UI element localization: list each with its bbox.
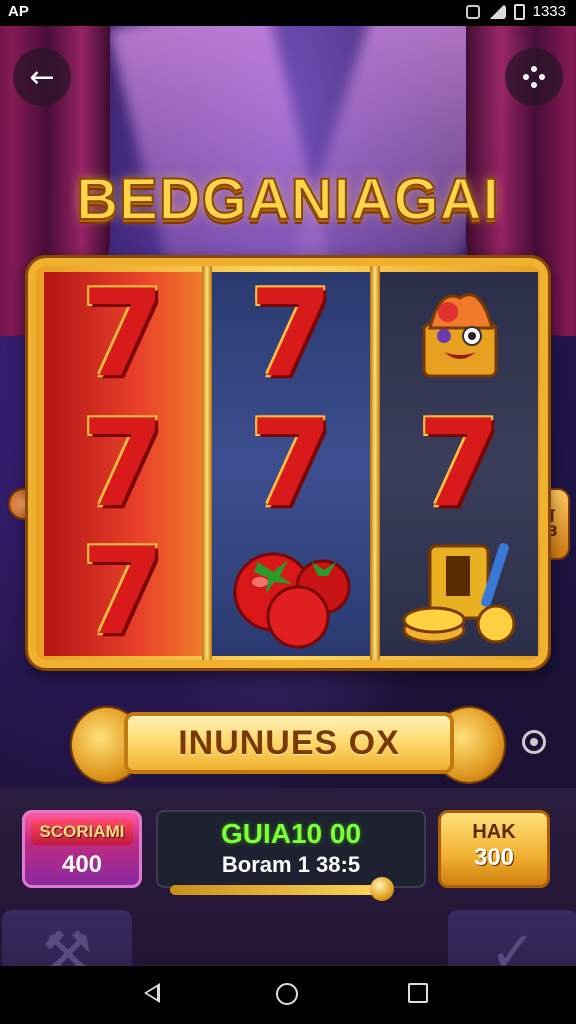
reel-symbol: 7 [81, 395, 165, 534]
reel-symbol: 7 [249, 395, 333, 534]
carrier-label: AP [8, 3, 29, 20]
status-icons: 1333 [465, 3, 566, 20]
side-lever-label: 3 [548, 524, 558, 540]
reel-symbol: 7 [417, 395, 501, 534]
android-nav-bar [0, 966, 576, 1024]
bet-label: HAK [472, 821, 516, 843]
bet-value: 300 [473, 844, 515, 871]
clock: 1333 [532, 3, 566, 20]
status-bar: AP 1333 [0, 0, 576, 26]
menu-button[interactable] [505, 48, 563, 106]
slider-thumb[interactable] [370, 877, 394, 901]
bonus-timer: Boram 1 38:5 [221, 852, 361, 877]
nav-home-icon[interactable] [276, 983, 298, 1005]
win-banner: INUNUES OX [70, 700, 506, 786]
reel-symbol: 7 [81, 523, 165, 662]
win-amount: GUIA10 00 [220, 818, 362, 849]
banner-text: INUNUES OX [124, 712, 454, 774]
info-button[interactable] [522, 730, 546, 754]
reel-symbol: 7 [249, 265, 333, 404]
game-hud: SCORIAMI 400 GUIA10 00 Boram 1 38:5 HAK … [0, 788, 576, 966]
bet-slider[interactable] [170, 877, 394, 901]
win-display: GUIA10 00 Boram 1 38:5 [156, 810, 426, 888]
reel-symbol: 7 [81, 265, 165, 404]
checkmark-icon: ✓ [489, 920, 537, 966]
lever-icon: ⌈ [549, 508, 557, 524]
tomato-icon [233, 552, 351, 649]
reel-2: 7 7 [212, 272, 370, 656]
leaderboard-icon: ⚒ [41, 920, 93, 966]
slot-reels: 7 7 7 7 7 7 [28, 258, 548, 668]
reel-1: 7 7 7 [44, 272, 202, 656]
back-button[interactable]: ← [13, 48, 71, 106]
signal-icon [487, 4, 506, 19]
arrow-left-icon: ← [29, 59, 55, 95]
score-panel[interactable]: SCORIAMI 400 [22, 810, 142, 888]
reel-3: 7 [380, 272, 538, 656]
nav-recents-icon[interactable] [408, 983, 428, 1003]
reel-divider [370, 266, 380, 660]
battery-icon [513, 3, 525, 20]
dots-menu-icon [523, 66, 545, 88]
bottom-tile-right[interactable]: ✓ [448, 910, 576, 966]
nav-back-icon[interactable] [144, 983, 160, 1003]
bet-button[interactable]: HAK 300 [438, 810, 550, 888]
bottom-tile-left[interactable]: ⚒ [2, 910, 132, 966]
alarm-icon [465, 4, 480, 19]
score-value: 400 [61, 851, 103, 878]
score-label: SCORIAMI [31, 819, 133, 845]
coin-icon [402, 543, 516, 644]
game-title: BEDGANIAGAI [75, 166, 500, 233]
reel-divider [202, 266, 212, 660]
game-stage: ← BEDGANIAGAI ⌈ 3 7 7 7 7 7 7 INUNUES OX… [0, 26, 576, 966]
jester-face-icon [422, 293, 498, 378]
